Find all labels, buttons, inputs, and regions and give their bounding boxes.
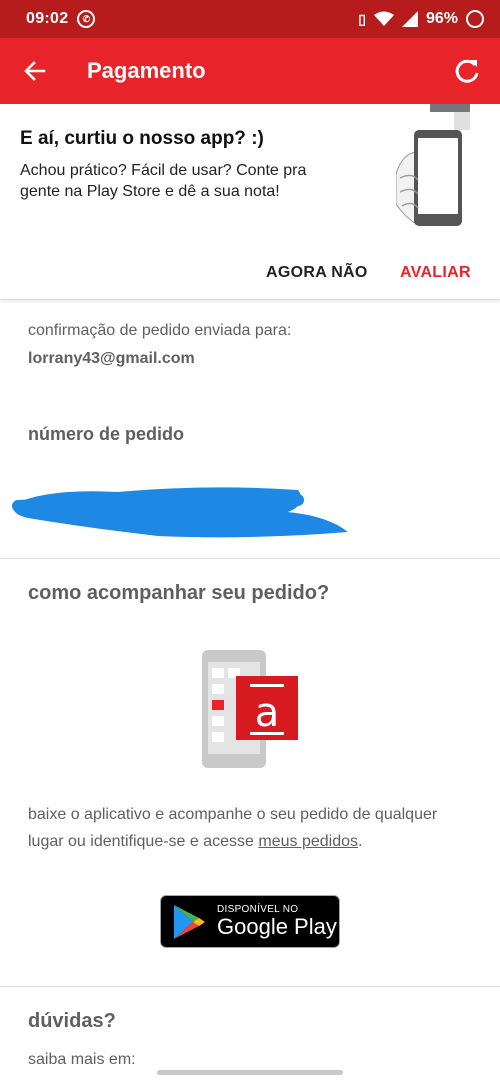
google-play-badge-button[interactable]: DISPONÍVEL NO Google Play	[160, 895, 340, 948]
tracking-description-text: baixe o aplicativo e acompanhe o seu ped…	[28, 806, 438, 850]
tracking-title: como acompanhar seu pedido?	[28, 582, 330, 604]
rating-prompt-card: E aí, curtiu o nosso app? :) Achou práti…	[0, 104, 500, 300]
confirmation-label: confirmação de pedido enviada para:	[28, 322, 292, 339]
rating-prompt-title: E aí, curtiu o nosso app? :)	[20, 128, 264, 149]
refresh-button[interactable]	[434, 38, 500, 104]
whatsapp-icon: ✆	[77, 10, 96, 28]
confirmation-email: lorrany43@gmail.com	[28, 350, 195, 367]
battery-ring-icon	[466, 10, 484, 28]
rate-app-button[interactable]: AVALIAR	[400, 264, 471, 282]
app-bar: Pagamento	[0, 38, 500, 104]
faq-text: saiba mais em:	[28, 1051, 136, 1068]
app-download-illustration: a	[202, 650, 298, 768]
signal-icon	[401, 11, 418, 27]
faq-title: dúvidas?	[28, 1010, 116, 1032]
svg-text:a: a	[255, 690, 280, 736]
refresh-icon	[455, 59, 479, 83]
google-play-badge-text: DISPONÍVEL NO Google Play	[217, 904, 337, 939]
status-time: 09:02	[26, 10, 69, 27]
not-now-button[interactable]: AGORA NÃO	[266, 264, 368, 282]
tracking-description: baixe o aplicativo e acompanhe o seu ped…	[28, 801, 468, 855]
google-play-icon	[174, 904, 205, 939]
arrow-left-icon	[24, 61, 46, 81]
section-divider	[0, 986, 500, 987]
vibrate-icon: ▯	[358, 10, 366, 27]
page-title: Pagamento	[87, 58, 206, 83]
gesture-nav-handle[interactable]	[157, 1070, 343, 1075]
wifi-icon	[373, 11, 394, 26]
status-icons: ▯ 96%	[358, 10, 484, 28]
rating-prompt-body: Achou prático? Fácil de usar? Conte pra …	[20, 162, 307, 200]
my-orders-link[interactable]: meus pedidos	[258, 833, 358, 850]
order-number-label: número de pedido	[28, 424, 185, 444]
section-divider	[0, 558, 500, 559]
phone-in-hand-illustration	[396, 104, 470, 226]
battery-level: 96%	[425, 10, 458, 27]
back-button[interactable]	[0, 38, 70, 104]
redaction-scribble	[12, 487, 348, 538]
google-play-big-label: Google Play	[217, 914, 337, 939]
status-bar: 09:02 ✆ ▯ 96%	[0, 0, 500, 38]
tracking-description-end: .	[358, 833, 363, 850]
